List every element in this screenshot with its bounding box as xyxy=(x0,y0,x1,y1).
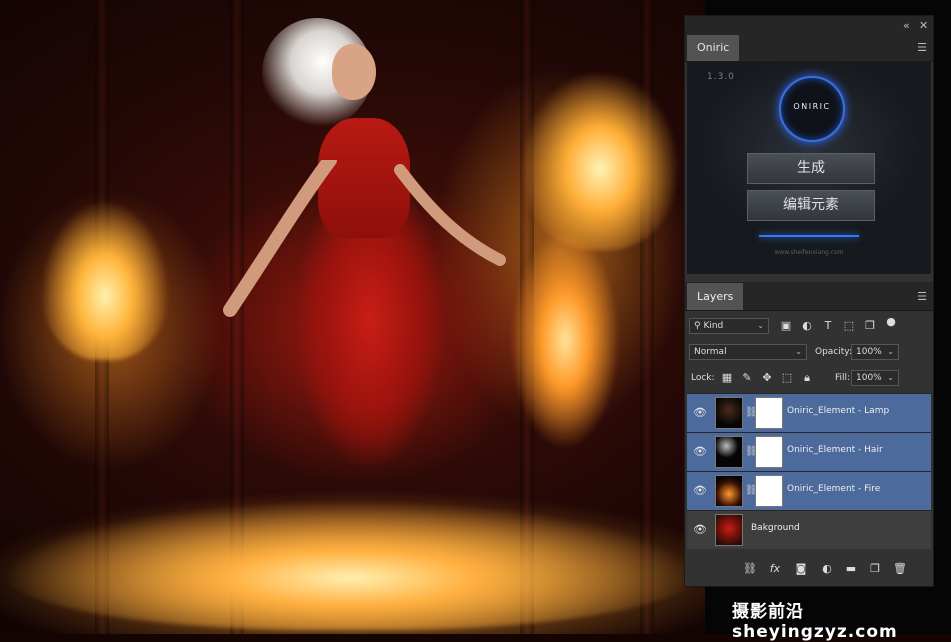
right-flame-top xyxy=(520,70,680,250)
layer-thumbnail xyxy=(715,514,743,546)
chevron-down-icon: ⌄ xyxy=(887,347,894,356)
image-filter-icon[interactable]: ▣ xyxy=(780,320,792,332)
opacity-value: 100% xyxy=(856,347,882,357)
edit-elements-button[interactable]: 编辑元素 xyxy=(747,190,875,221)
layer-mask-thumbnail[interactable] xyxy=(755,475,783,507)
panel-header: « ✕ xyxy=(685,16,933,35)
adjustment-filter-icon[interactable]: ◐ xyxy=(801,320,813,332)
mask-icon[interactable]: ◙ xyxy=(795,563,807,575)
opacity-label: Opacity: xyxy=(815,347,852,357)
fill-value: 100% xyxy=(856,373,882,383)
brush-icon[interactable]: ✎ xyxy=(741,372,753,384)
eye-icon[interactable]: 👁︎ xyxy=(693,484,707,497)
watermark-text: 摄影前沿 sheyingzyz.com xyxy=(732,602,898,642)
layer-row[interactable]: 👁︎ ⛓ Oniric_Element - Hair xyxy=(687,432,931,471)
left-flame xyxy=(40,200,170,360)
chevron-down-icon: ⌄ xyxy=(887,373,894,382)
adjustment-icon[interactable]: ◐ xyxy=(821,563,833,575)
layer-row[interactable]: 👁︎ ⛓ Oniric_Element - Lamp xyxy=(687,393,931,432)
arms xyxy=(223,160,506,317)
opacity-field[interactable]: 100% ⌄ xyxy=(851,344,899,360)
right-flame-mid xyxy=(510,230,620,450)
layer-mask-thumbnail[interactable] xyxy=(755,436,783,468)
artboard-icon[interactable]: ⬚ xyxy=(781,372,793,384)
chevron-down-icon: ⌄ xyxy=(795,347,802,356)
eye-icon[interactable]: 👁︎ xyxy=(693,445,707,458)
layer-name: Oniric_Element - Lamp xyxy=(787,406,890,416)
close-icon[interactable]: ✕ xyxy=(919,16,928,35)
fx-icon[interactable]: fx xyxy=(769,563,781,575)
generate-button[interactable]: 生成 xyxy=(747,153,875,184)
filter-row: ⚲ Kind ⌄ ▣ ◐ T ⬚ ❐ ● xyxy=(685,316,933,336)
layer-thumbnail xyxy=(715,475,743,507)
blend-row: Normal ⌄ Opacity: 100% ⌄ xyxy=(685,342,933,362)
website-label: www.sheifenxiang.com xyxy=(774,249,844,256)
fill-label: Fill: xyxy=(835,373,851,383)
lock-row: Lock: ▦ ✎ ✥ ⬚ 🔒︎ Fill: 100% ⌄ xyxy=(685,368,933,388)
shape-filter-icon[interactable]: ⬚ xyxy=(843,320,855,332)
lock-transparent-icon[interactable]: ▦ xyxy=(721,372,733,384)
chevron-down-icon: ⌄ xyxy=(757,321,764,330)
filter-toggle-icon[interactable]: ● xyxy=(885,316,897,328)
layer-row[interactable]: 👁︎ ⛓ Oniric_Element - Fire xyxy=(687,471,931,510)
layer-row[interactable]: 👁︎ Bakground xyxy=(687,510,931,549)
type-filter-icon[interactable]: T xyxy=(822,320,834,332)
blend-mode-select[interactable]: Normal ⌄ xyxy=(689,344,807,360)
layer-mask-thumbnail[interactable] xyxy=(755,397,783,429)
layer-name: Bakground xyxy=(751,523,800,533)
layer-thumbnail xyxy=(715,397,743,429)
tab-layers[interactable]: Layers xyxy=(687,283,744,310)
oniric-logo: ONIRIC xyxy=(779,76,845,142)
panel-menu-icon[interactable]: ☰ xyxy=(917,41,927,54)
filter-kind-value: Kind xyxy=(703,321,724,331)
move-icon[interactable]: ✥ xyxy=(761,372,773,384)
layers-bottom-toolbar: ⛓ fx ◙ ◐ ▬ ❐ 🗑︎ xyxy=(687,556,931,582)
woman-head xyxy=(332,44,376,100)
lock-icon[interactable]: 🔒︎ xyxy=(801,372,813,384)
trash-icon[interactable]: 🗑︎ xyxy=(893,563,907,575)
oniric-plugin-area: 1.3.0 ONIRIC 生成 编辑元素 www.sheifenxiang.co… xyxy=(687,62,931,274)
collapse-icon[interactable]: « xyxy=(903,16,910,35)
eye-icon[interactable]: 👁︎ xyxy=(693,523,707,536)
layer-thumbnail xyxy=(715,436,743,468)
oniric-tab-bar: Oniric ☰ xyxy=(685,35,933,62)
tab-oniric[interactable]: Oniric xyxy=(687,35,740,61)
layer-name: Oniric_Element - Hair xyxy=(787,445,883,455)
link-layers-icon[interactable]: ⛓ xyxy=(743,563,757,575)
blend-mode-value: Normal xyxy=(694,347,727,357)
eye-icon[interactable]: 👁︎ xyxy=(693,406,707,419)
layer-name: Oniric_Element - Fire xyxy=(787,484,881,494)
version-label: 1.3.0 xyxy=(707,72,735,82)
new-layer-icon[interactable]: ❐ xyxy=(869,563,881,575)
filter-kind-select[interactable]: ⚲ Kind ⌄ xyxy=(689,318,769,334)
fill-field[interactable]: 100% ⌄ xyxy=(851,370,899,386)
layers-menu-icon[interactable]: ☰ xyxy=(917,290,927,303)
logo-text: ONIRIC xyxy=(793,102,831,111)
lock-label: Lock: xyxy=(691,373,715,383)
accent-glow-line xyxy=(759,235,859,237)
folder-icon[interactable]: ▬ xyxy=(845,563,857,575)
photoshop-panel: « ✕ Oniric ☰ 1.3.0 ONIRIC 生成 编辑元素 www.sh… xyxy=(684,15,934,587)
smart-object-filter-icon[interactable]: ❐ xyxy=(864,320,876,332)
